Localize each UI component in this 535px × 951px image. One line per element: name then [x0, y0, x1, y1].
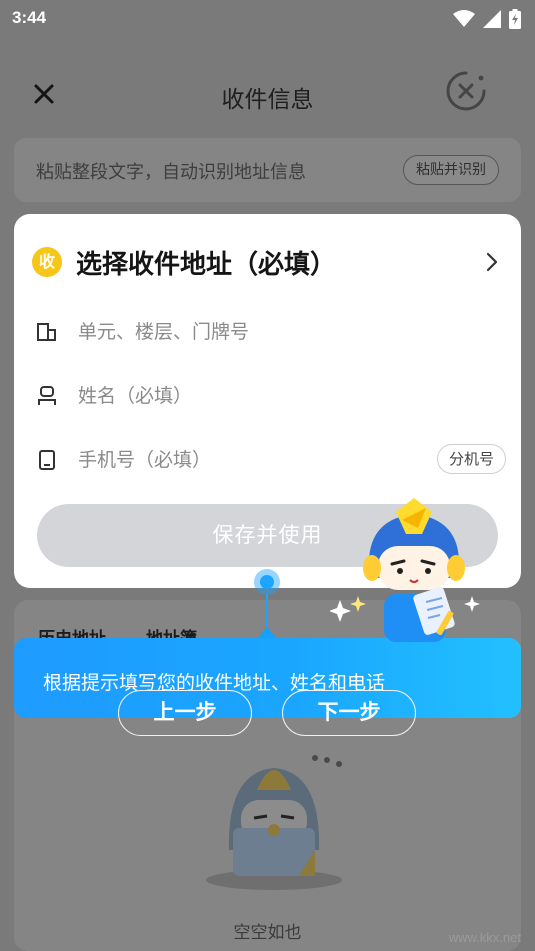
status-icons [453, 9, 521, 29]
unit-field-row[interactable]: 单元、楼层、门牌号 [36, 312, 506, 352]
unit-input[interactable]: 单元、楼层、门牌号 [78, 317, 249, 344]
select-address-row[interactable]: 收 选择收件地址（必填） [32, 244, 504, 280]
empty-state-illustration [206, 755, 342, 890]
guide-pointer-line [266, 594, 268, 628]
status-time: 3:44 [12, 8, 47, 27]
empty-state-text: 空空如也 [233, 923, 302, 943]
name-input[interactable]: 姓名（必填） [78, 381, 192, 408]
prev-step-button[interactable]: 上一步 [118, 690, 252, 736]
paste-recognize-button[interactable]: 粘贴并识别 [403, 155, 499, 185]
status-bar: 3:44 [0, 0, 535, 36]
building-icon [37, 323, 56, 341]
paste-input[interactable]: 粘贴整段文字，自动识别地址信息 [36, 158, 306, 184]
phone-field-row[interactable]: 手机号（必填） 分机号 [36, 440, 506, 480]
extension-button[interactable]: 分机号 [436, 444, 506, 474]
select-address-label: 选择收件地址（必填） [76, 250, 337, 280]
signal-icon [483, 10, 501, 28]
receiver-badge: 收 [32, 247, 62, 277]
battery-charging-icon [509, 9, 521, 29]
cancel-circle-icon[interactable] [445, 70, 487, 112]
paste-bar[interactable]: 粘贴整段文字，自动识别地址信息 粘贴并识别 [14, 138, 521, 202]
chevron-right-icon [486, 252, 498, 272]
nav-bar: 收件信息 [0, 58, 535, 132]
phone-input[interactable]: 手机号（必填） [78, 445, 211, 472]
guide-pointer-dot [260, 575, 274, 589]
wifi-icon [453, 10, 475, 27]
next-step-button[interactable]: 下一步 [282, 690, 416, 736]
name-field-row[interactable]: 姓名（必填） [36, 376, 506, 416]
watermark: www.kkx.net [448, 930, 521, 945]
phone-icon [39, 450, 55, 470]
person-icon [38, 386, 56, 405]
mascot-illustration [330, 498, 480, 642]
guide-tooltip: 根据提示填写您的收件地址、姓名和电话 [14, 638, 521, 718]
